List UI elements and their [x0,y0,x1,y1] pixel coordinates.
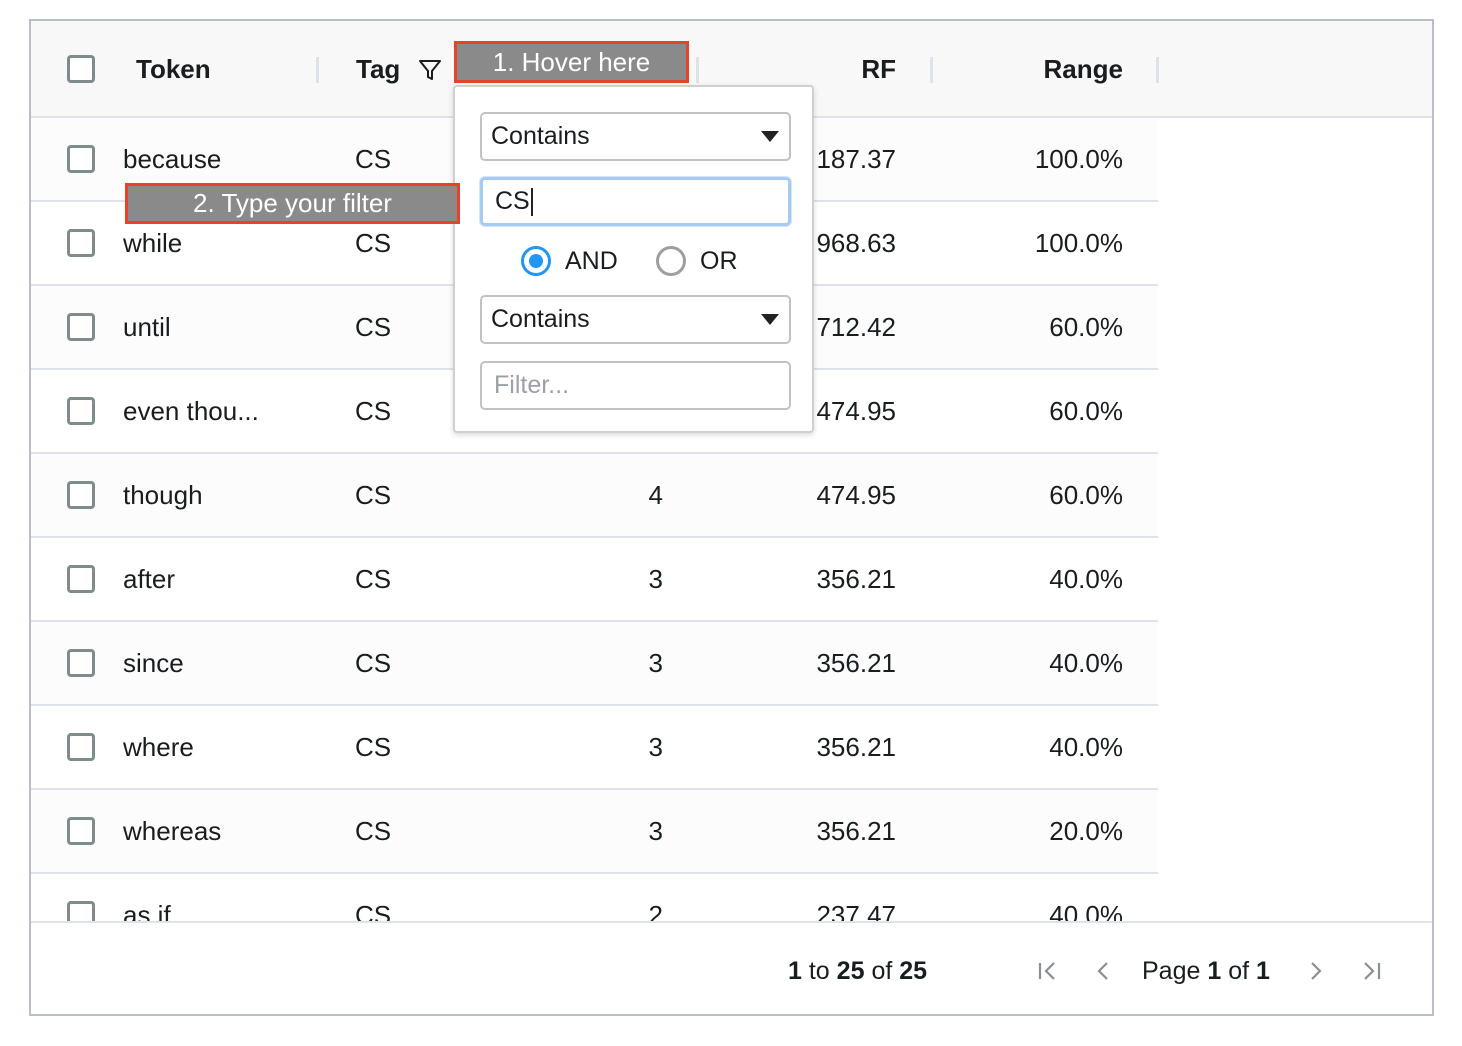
row-checkbox[interactable] [67,901,95,922]
filter-value-2-placeholder: Filter... [494,371,570,399]
text-cursor [530,187,533,216]
cell-range: 60.0% [1049,311,1123,342]
cell-tag: CS [355,311,392,342]
chevron-down-icon [761,131,779,142]
cell-range: 100.0% [1034,143,1123,174]
header-range[interactable]: Range [991,21,1123,118]
cell-range: 60.0% [1049,395,1123,426]
cell-rf: 474.95 [816,479,896,510]
filter-condition-2-value: Contains [491,305,590,333]
column-resize-handle[interactable] [316,57,319,83]
select-all-checkbox[interactable] [67,55,95,83]
cell-rf: 237.47 [816,899,896,923]
join-or-radio[interactable] [656,246,686,276]
column-filter-popup: Contains CS AND OR Contains Filter... [453,85,814,433]
row-checkbox[interactable] [67,481,95,509]
first-page-icon[interactable] [1032,953,1062,989]
filter-value-1-text: CS [495,187,530,215]
cell-rf: 356.21 [816,731,896,762]
row-checkbox[interactable] [67,229,95,257]
row-checkbox[interactable] [67,733,95,761]
cell-range: 40.0% [1049,731,1123,762]
cell-token: whereas [123,815,222,846]
cell-token: where [123,731,194,762]
funnel-icon[interactable] [417,57,443,83]
header-tag[interactable]: Tag [356,21,400,118]
cell-range: 40.0% [1049,563,1123,594]
previous-page-icon[interactable] [1088,953,1118,989]
cell-tag: CS [355,647,392,678]
cell-rf: 356.21 [816,647,896,678]
filter-value-2-input[interactable]: Filter... [480,361,791,410]
row-checkbox[interactable] [67,145,95,173]
cell-token: after [123,563,176,594]
cell-rf: 356.21 [816,563,896,594]
pagination-panel: 1 to 25 of 25 Page 1 of 1 [31,921,1432,1014]
row-summary: 1 to 25 of 25 [788,957,928,985]
cell-range: 40.0% [1049,899,1123,923]
table-row[interactable]: after CS 3 356.21 40.0% [31,538,1158,622]
cell-tag: CS [355,479,392,510]
cell-tag: CS [355,395,392,426]
cell-token: until [123,311,171,342]
column-resize-handle[interactable] [1156,57,1159,83]
table-row[interactable]: where CS 3 356.21 40.0% [31,706,1158,790]
row-checkbox[interactable] [67,565,95,593]
row-checkbox[interactable] [67,817,95,845]
join-and-label: AND [565,247,618,275]
row-checkbox[interactable] [67,313,95,341]
annotation-step-1: 1. Hover here [454,41,689,83]
filter-condition-1-select[interactable]: Contains [480,112,791,161]
cell-token: though [123,479,203,510]
filter-condition-2-select[interactable]: Contains [480,295,791,344]
table-row[interactable]: as if CS 2 237.47 40.0% [31,874,1158,922]
cell-frequency: 3 [648,563,663,594]
next-page-icon[interactable] [1301,953,1331,989]
table-row[interactable]: though CS 4 474.95 60.0% [31,454,1158,538]
cell-token: as if [123,899,171,923]
table-row[interactable]: since CS 3 356.21 40.0% [31,622,1158,706]
column-resize-handle[interactable] [930,57,933,83]
table-row[interactable]: whereas CS 3 356.21 20.0% [31,790,1158,874]
cell-frequency: 3 [648,731,663,762]
header-token[interactable]: Token [136,21,211,118]
row-checkbox[interactable] [67,649,95,677]
cell-frequency: 3 [648,815,663,846]
cell-frequency: 4 [648,479,663,510]
cell-token: since [123,647,184,678]
cell-tag: CS [355,563,392,594]
cell-tag: CS [355,899,392,923]
cell-tag: CS [355,815,392,846]
filter-value-1-input[interactable]: CS [480,177,791,226]
chevron-down-icon [761,314,779,325]
cell-range: 40.0% [1049,647,1123,678]
row-checkbox[interactable] [67,397,95,425]
join-and-radio[interactable] [521,246,551,276]
cell-range: 20.0% [1049,815,1123,846]
annotation-step-2: 2. Type your filter [125,183,460,224]
page-indicator: Page 1 of 1 [1142,957,1270,985]
cell-range: 60.0% [1049,479,1123,510]
join-or-label: OR [700,247,738,275]
cell-token: even thou... [123,395,259,426]
column-resize-handle[interactable] [696,57,699,83]
cell-frequency: 3 [648,647,663,678]
last-page-icon[interactable] [1357,953,1387,989]
cell-frequency: 2 [648,899,663,923]
cell-tag: CS [355,731,392,762]
cell-rf: 356.21 [816,815,896,846]
filter-condition-1-value: Contains [491,122,590,150]
cell-range: 100.0% [1034,227,1123,258]
